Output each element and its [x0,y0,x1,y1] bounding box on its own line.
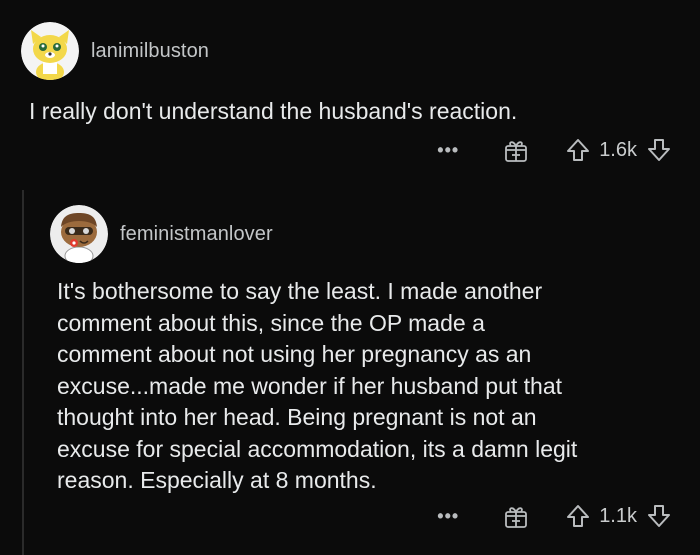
comment-body: It's bothersome to say the least. I made… [57,278,578,493]
more-options-button[interactable]: ••• [437,507,459,525]
downvote-icon[interactable] [646,137,672,163]
downvote-icon[interactable] [646,503,672,529]
avatar[interactable] [50,205,108,263]
comment-actions: ••• 1.1k [437,503,672,529]
comment-header: lanimilbuston [21,22,209,80]
reply-comment: feministmanlover It's bothersome to say … [46,190,700,555]
award-icon[interactable] [503,137,529,163]
snoo-avatar-icon [50,205,108,263]
award-icon[interactable] [503,503,529,529]
upvote-icon[interactable] [565,137,591,163]
more-options-button[interactable]: ••• [437,141,459,159]
thread-line[interactable] [22,190,24,555]
upvote-icon[interactable] [565,503,591,529]
comment-actions: ••• 1.6k [437,137,672,163]
username[interactable]: lanimilbuston [91,40,209,63]
username[interactable]: feministmanlover [120,223,273,246]
comment: lanimilbuston I really don't understand … [0,0,700,190]
comment-header: feministmanlover [50,205,273,263]
vote-score: 1.6k [599,138,637,161]
avatar[interactable] [21,22,79,80]
snoo-avatar-icon [21,22,79,80]
vote-score: 1.1k [599,504,637,527]
comment-body: I really don't understand the husband's … [29,98,518,124]
